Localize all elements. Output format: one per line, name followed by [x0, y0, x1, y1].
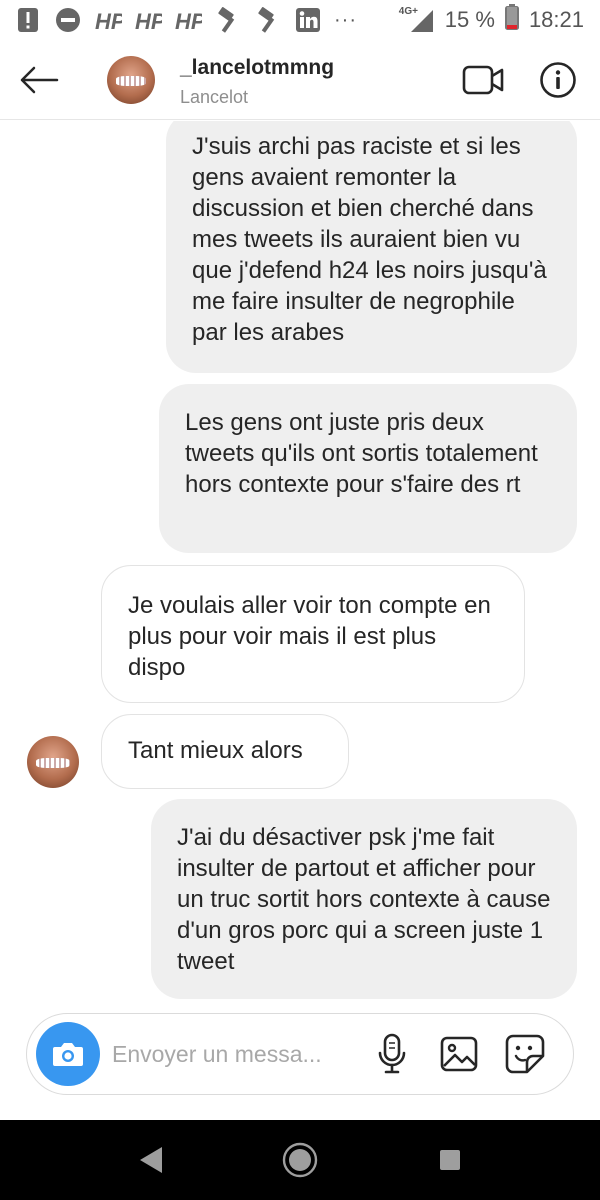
camera-icon	[53, 1043, 83, 1066]
system-navigation-bar	[0, 1120, 600, 1200]
svg-text:HP: HP	[95, 9, 122, 33]
linkedin-icon	[294, 6, 322, 34]
message-bubble-sent[interactable]: J'suis archi pas raciste et si les gens …	[166, 121, 577, 373]
voice-message-button[interactable]	[372, 1032, 412, 1076]
sticker-button[interactable]	[503, 1032, 547, 1076]
message-composer	[26, 1013, 574, 1095]
message-bubble-received[interactable]: Je voulais aller voir ton compte en plus…	[101, 565, 525, 703]
status-bar: HP HP HP ··· 4G+ 15 % 18:21	[0, 0, 600, 40]
system-status: 4G+ 15 % 18:21	[399, 4, 584, 36]
message-bubble-received[interactable]: Tant mieux alors	[101, 714, 349, 789]
contact-avatar[interactable]	[107, 56, 155, 104]
image-icon	[440, 1036, 478, 1072]
more-notifications-indicator: ···	[334, 8, 357, 31]
message-bubble-sent[interactable]: Les gens ont juste pris deux tweets qu'i…	[159, 384, 577, 553]
contact-username[interactable]: _lancelotmmng	[180, 56, 334, 80]
gallery-button[interactable]	[437, 1032, 481, 1076]
battery-icon	[504, 4, 519, 36]
nav-back-icon[interactable]	[136, 1144, 166, 1176]
hp-app-icon: HP	[174, 6, 202, 34]
camera-button[interactable]	[36, 1022, 100, 1086]
hp-app-icon: HP	[94, 6, 122, 34]
battery-percent: 15 %	[444, 7, 495, 32]
video-camera-icon	[462, 65, 504, 95]
signal-icon: 4G+	[399, 6, 435, 34]
nav-recents-icon[interactable]	[438, 1148, 462, 1172]
alert-icon	[14, 6, 42, 34]
nav-home-icon[interactable]	[282, 1142, 318, 1178]
info-button[interactable]	[538, 60, 578, 100]
arrow-left-icon	[20, 66, 59, 94]
message-thread[interactable]: J'suis archi pas raciste et si les gens …	[0, 121, 600, 999]
back-button[interactable]	[16, 60, 62, 100]
microphone-icon	[378, 1033, 406, 1074]
notification-icons: HP HP HP ···	[14, 6, 357, 34]
do-not-disturb-icon	[54, 6, 82, 34]
hp-app-icon: HP	[134, 6, 162, 34]
svg-text:HP: HP	[135, 9, 162, 33]
contact-full-name: Lancelot	[180, 87, 249, 107]
chat-header: _lancelotmmng Lancelot	[0, 40, 600, 120]
message-bubble-sent[interactable]: J'ai du désactiver psk j'me fait insulte…	[151, 799, 577, 999]
video-call-button[interactable]	[460, 62, 506, 98]
message-input[interactable]	[112, 1034, 362, 1074]
svg-text:HP: HP	[175, 9, 202, 33]
info-icon	[540, 62, 576, 98]
hammer-icon	[254, 6, 282, 34]
contact-avatar-small[interactable]	[27, 736, 79, 788]
clock: 18:21	[528, 7, 584, 32]
sticker-icon	[505, 1034, 545, 1074]
hammer-icon	[214, 6, 242, 34]
